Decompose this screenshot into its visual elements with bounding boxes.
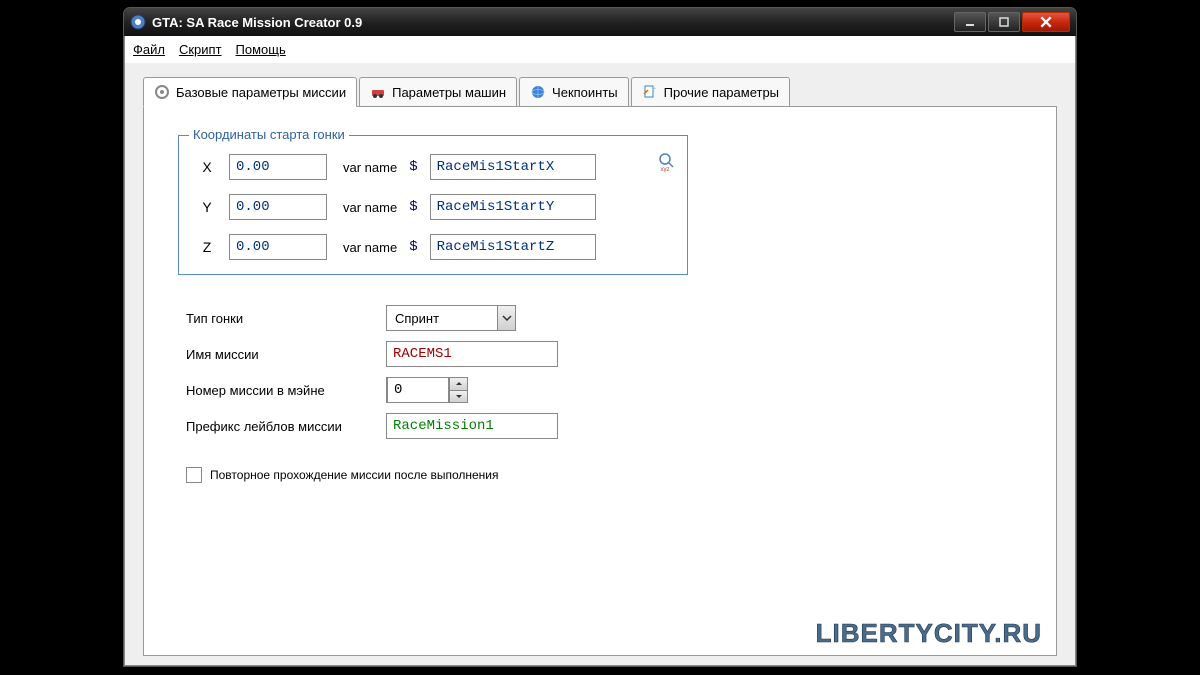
mission-name-label: Имя миссии [186,347,386,362]
spinner-down-button[interactable] [449,391,467,403]
race-type-select[interactable]: Спринт [386,305,516,331]
dollar-sign: $ [409,159,417,175]
tab-checkpoints[interactable]: Чекпоинты [519,77,629,106]
mission-number-row: Номер миссии в мэйне [186,377,1022,403]
tab-panel-basic: Координаты старта гонки xyz X var name $… [143,106,1057,656]
var-name-label: var name [343,240,397,255]
gear-icon [154,84,170,100]
xyz-picker-icon[interactable]: xyz [655,152,675,172]
dollar-sign: $ [409,199,417,215]
tab-label: Прочие параметры [664,85,779,100]
tab-other-params[interactable]: Прочие параметры [631,77,790,106]
tab-container: Базовые параметры миссии Параметры машин… [143,77,1057,656]
repeat-mission-label: Повторное прохождение миссии после выпол… [210,468,499,482]
coord-row-z: Z var name $ [197,234,669,260]
application-window: GTA: SA Race Mission Creator 0.9 Файл Ск… [124,8,1076,666]
label-prefix-label: Префикс лейблов миссии [186,419,386,434]
fieldset-legend: Координаты старта гонки [189,127,349,142]
tab-label: Чекпоинты [552,85,618,100]
vehicle-icon [370,84,386,100]
chevron-down-icon [497,306,515,330]
var-name-label: var name [343,160,397,175]
menu-script[interactable]: Скрипт [179,42,222,57]
repeat-mission-checkbox[interactable] [186,467,202,483]
menubar: Файл Скрипт Помощь [125,36,1075,63]
tab-label: Базовые параметры миссии [176,85,346,100]
race-type-row: Тип гонки Спринт [186,305,1022,331]
coord-row-x: X var name $ [197,154,669,180]
minimize-button[interactable] [954,12,986,32]
mission-form: Тип гонки Спринт Имя миссии Но [186,305,1022,439]
watermark: LIBERTYCITY.RU [816,618,1042,649]
maximize-button[interactable] [988,12,1020,32]
tab-basic-params[interactable]: Базовые параметры миссии [143,77,357,107]
svg-text:xyz: xyz [661,167,670,172]
start-coordinates-fieldset: Координаты старта гонки xyz X var name $… [178,135,688,275]
varname-z-input[interactable] [430,234,596,260]
dollar-sign: $ [409,239,417,255]
window-controls [954,12,1070,32]
spinner-up-button[interactable] [449,378,467,391]
mission-name-input[interactable] [386,341,558,367]
mission-number-input[interactable] [387,377,449,403]
coord-row-y: Y var name $ [197,194,669,220]
mission-number-label: Номер миссии в мэйне [186,383,386,398]
window-title: GTA: SA Race Mission Creator 0.9 [152,15,954,30]
menu-help[interactable]: Помощь [236,42,286,57]
axis-label-z: Z [197,239,217,255]
tab-vehicle-params[interactable]: Параметры машин [359,77,517,106]
spinner-buttons [449,378,467,402]
titlebar[interactable]: GTA: SA Race Mission Creator 0.9 [124,8,1076,36]
axis-label-y: Y [197,199,217,215]
menu-file[interactable]: Файл [133,42,165,57]
axis-label-x: X [197,159,217,175]
coord-y-input[interactable] [229,194,327,220]
race-type-value: Спринт [387,311,497,326]
globe-icon [530,84,546,100]
tab-label: Параметры машин [392,85,506,100]
coord-z-input[interactable] [229,234,327,260]
mission-number-stepper[interactable] [386,377,468,403]
varname-x-input[interactable] [430,154,596,180]
app-icon [130,14,146,30]
var-name-label: var name [343,200,397,215]
coord-x-input[interactable] [229,154,327,180]
label-prefix-input[interactable] [386,413,558,439]
repeat-mission-row: Повторное прохождение миссии после выпол… [186,467,1022,483]
close-button[interactable] [1022,12,1070,32]
varname-y-input[interactable] [430,194,596,220]
label-prefix-row: Префикс лейблов миссии [186,413,1022,439]
tab-strip: Базовые параметры миссии Параметры машин… [143,77,1057,106]
mission-name-row: Имя миссии [186,341,1022,367]
race-type-label: Тип гонки [186,311,386,326]
window-body: Файл Скрипт Помощь Базовые параметры мис… [124,36,1076,666]
document-icon [642,84,658,100]
